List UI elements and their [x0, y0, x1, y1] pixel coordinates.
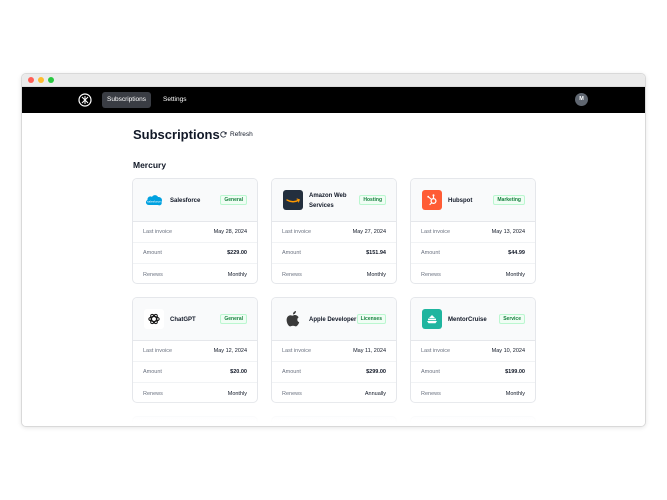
- renews-value: Annually: [364, 390, 386, 397]
- aws-icon: [283, 190, 303, 210]
- category-badge: Licenses: [356, 314, 386, 324]
- row-label: Last invoice: [282, 229, 312, 235]
- subscription-name: Amazon Web Services: [309, 192, 347, 209]
- amount-row: Amount $199.00: [411, 362, 535, 383]
- row-label: Last invoice: [421, 229, 451, 235]
- category-badge: General: [220, 314, 247, 324]
- card-header: MentorCruise Service: [411, 298, 535, 341]
- openai-icon: [144, 309, 164, 329]
- row-label: Renews: [282, 390, 302, 397]
- last-invoice-value: May 28, 2024: [213, 229, 247, 235]
- card-header: Amazon Web Services Hosting: [272, 179, 396, 222]
- main-content: Subscriptions Refresh Mercury salesforce…: [22, 114, 645, 426]
- amount-value: $229.00: [227, 250, 247, 256]
- apple-icon: [283, 309, 303, 329]
- refresh-label: Refresh: [230, 131, 253, 138]
- row-label: Last invoice: [421, 348, 451, 354]
- browser-window: Subscriptions Settings M Subscriptions R…: [21, 73, 646, 427]
- last-invoice-value: May 13, 2024: [491, 229, 525, 235]
- subscription-card[interactable]: salesforce Salesforce General Last invoi…: [132, 178, 258, 284]
- last-invoice-value: May 10, 2024: [491, 348, 525, 354]
- app-logo-icon[interactable]: [78, 93, 92, 107]
- subscription-card[interactable]: ChatGPT General Last invoice May 12, 2024…: [132, 297, 258, 403]
- card-header: ChatGPT General: [133, 298, 257, 341]
- renews-value: Monthly: [366, 271, 386, 278]
- last-invoice-row: Last invoice May 12, 2024: [133, 341, 257, 362]
- renews-value: Monthly: [505, 271, 525, 278]
- bottom-fade-overlay: [22, 400, 645, 426]
- row-label: Renews: [421, 390, 441, 397]
- last-invoice-row: Last invoice May 28, 2024: [133, 222, 257, 243]
- last-invoice-value: May 27, 2024: [352, 229, 386, 235]
- row-label: Amount: [421, 250, 440, 256]
- card-header: Apple Developer Licenses: [272, 298, 396, 341]
- amount-value: $299.00: [366, 369, 386, 375]
- category-badge: General: [220, 195, 247, 205]
- row-label: Last invoice: [143, 229, 173, 235]
- row-label: Renews: [421, 271, 441, 278]
- subscription-name: Salesforce: [170, 197, 201, 204]
- tab-settings[interactable]: Settings: [158, 92, 192, 108]
- last-invoice-row: Last invoice May 27, 2024: [272, 222, 396, 243]
- row-label: Amount: [421, 369, 440, 375]
- amount-row: Amount $44.99: [411, 243, 535, 264]
- last-invoice-row: Last invoice May 11, 2024: [272, 341, 396, 362]
- subscription-card[interactable]: Hubspot Marketing Last invoice May 13, 20…: [410, 178, 536, 284]
- card-header: Hubspot Marketing: [411, 179, 535, 222]
- subscription-card[interactable]: Apple Developer Licenses Last invoice May…: [271, 297, 397, 403]
- close-window-dot[interactable]: [28, 77, 34, 83]
- amount-row: Amount $20.00: [133, 362, 257, 383]
- row-label: Last invoice: [282, 348, 312, 354]
- amount-value: $151.94: [366, 250, 386, 256]
- amount-row: Amount $299.00: [272, 362, 396, 383]
- amount-value: $20.00: [230, 369, 247, 375]
- top-navbar: Subscriptions Settings M: [22, 87, 645, 113]
- renews-value: Monthly: [227, 271, 247, 278]
- row-label: Renews: [282, 271, 302, 278]
- refresh-icon: [220, 131, 227, 138]
- row-label: Amount: [282, 250, 301, 256]
- tab-subscriptions[interactable]: Subscriptions: [102, 92, 152, 108]
- amount-row: Amount $151.94: [272, 243, 396, 264]
- last-invoice-row: Last invoice May 13, 2024: [411, 222, 535, 243]
- subscription-card[interactable]: Amazon Web Services Hosting Last invoice…: [271, 178, 397, 284]
- hubspot-icon: [422, 190, 442, 210]
- renews-value: Monthly: [505, 390, 525, 397]
- renews-row: Renews Monthly: [411, 264, 535, 283]
- account-group-title: Mercury: [133, 160, 167, 170]
- renews-value: Monthly: [227, 390, 247, 397]
- category-badge: Marketing: [493, 195, 525, 205]
- renews-row: Renews Monthly: [272, 264, 396, 283]
- subscription-name: MentorCruise: [448, 316, 487, 323]
- window-titlebar: [22, 74, 645, 87]
- maximize-window-dot[interactable]: [48, 77, 54, 83]
- row-label: Renews: [143, 390, 163, 397]
- minimize-window-dot[interactable]: [38, 77, 44, 83]
- subscription-name: Hubspot: [448, 197, 473, 204]
- last-invoice-row: Last invoice May 10, 2024: [411, 341, 535, 362]
- user-avatar[interactable]: M: [575, 93, 588, 106]
- page-title: Subscriptions: [133, 127, 220, 142]
- row-label: Last invoice: [143, 348, 173, 354]
- row-label: Amount: [282, 369, 301, 375]
- subscription-name: Apple Developer: [309, 316, 357, 323]
- svg-text:salesforce: salesforce: [147, 200, 161, 204]
- category-badge: Hosting: [359, 195, 386, 205]
- amount-value: $44.99: [508, 250, 525, 256]
- refresh-button[interactable]: Refresh: [220, 131, 253, 138]
- last-invoice-value: May 11, 2024: [353, 348, 386, 354]
- card-header: salesforce Salesforce General: [133, 179, 257, 222]
- amount-row: Amount $229.00: [133, 243, 257, 264]
- amount-value: $199.00: [505, 369, 525, 375]
- row-label: Amount: [143, 369, 162, 375]
- category-badge: Service: [499, 314, 525, 324]
- subscription-name: ChatGPT: [170, 316, 196, 323]
- renews-row: Renews Monthly: [133, 264, 257, 283]
- mentorcruise-icon: [422, 309, 442, 329]
- row-label: Renews: [143, 271, 163, 278]
- row-label: Amount: [143, 250, 162, 256]
- last-invoice-value: May 12, 2024: [213, 348, 247, 354]
- salesforce-cloud-icon: salesforce: [144, 190, 164, 210]
- subscription-card[interactable]: MentorCruise Service Last invoice May 10,…: [410, 297, 536, 403]
